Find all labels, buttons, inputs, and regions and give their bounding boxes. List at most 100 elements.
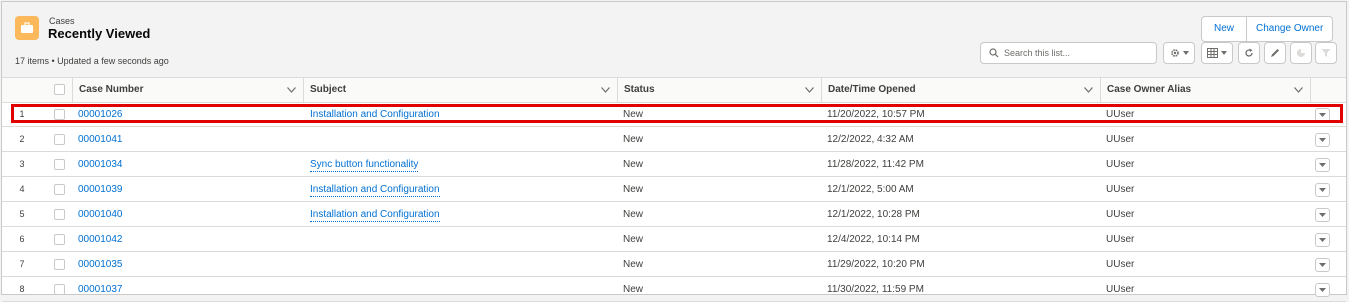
column-label: Subject <box>310 84 347 95</box>
owner-alias-cell: UUser <box>1106 134 1135 145</box>
row-checkbox[interactable] <box>54 109 65 120</box>
row-actions-button[interactable] <box>1315 258 1330 272</box>
case-number-link[interactable]: 00001042 <box>78 227 123 252</box>
row-actions-button[interactable] <box>1315 183 1330 197</box>
list-view-card: Cases Recently Viewed 17 items • Updated… <box>1 1 1348 302</box>
case-number-link[interactable]: 00001037 <box>78 277 123 302</box>
column-header-case-number[interactable]: Case Number <box>72 78 303 102</box>
subject-text: Installation and Configuration <box>310 109 440 122</box>
row-number: 4 <box>19 184 25 194</box>
case-number-link[interactable]: 00001026 <box>78 102 123 127</box>
gear-icon <box>1170 49 1179 57</box>
chevron-down-icon[interactable] <box>1294 87 1303 93</box>
subject-text: Installation and Configuration <box>310 184 440 197</box>
caret-down-icon <box>1319 163 1326 167</box>
table-display-icon <box>1207 48 1218 58</box>
table-row[interactable]: 8 00001037 New 11/30/2022, 11:59 PM UUser <box>2 277 1346 302</box>
column-header-status[interactable]: Status <box>617 78 821 102</box>
case-number-link[interactable]: 00001041 <box>78 127 123 152</box>
table-row[interactable]: 4 00001039 Installation and Configuration N… <box>2 177 1346 202</box>
search-box <box>980 42 1157 64</box>
row-actions-button[interactable] <box>1315 208 1330 222</box>
case-number-link[interactable]: 00001035 <box>78 252 123 277</box>
table-row[interactable]: 6 00001042 New 12/4/2022, 10:14 PM UUser <box>2 227 1346 252</box>
owner-alias-cell: UUser <box>1106 234 1135 245</box>
table-row[interactable]: 1 00001026 Installation and Configuration N… <box>2 102 1346 127</box>
row-number: 1 <box>19 109 25 119</box>
date-opened-cell: 12/4/2022, 10:14 PM <box>827 234 920 245</box>
row-checkbox[interactable] <box>54 284 65 295</box>
list-header: Cases Recently Viewed 17 items • Updated… <box>2 2 1346 78</box>
row-actions-button[interactable] <box>1315 158 1330 172</box>
search-input[interactable] <box>1004 45 1152 61</box>
date-opened-cell: 11/28/2022, 11:42 PM <box>827 159 924 170</box>
column-header-date-opened[interactable]: Date/Time Opened <box>821 78 1100 102</box>
display-as-button[interactable] <box>1201 42 1233 64</box>
table-row[interactable]: 5 00001040 Installation and Configuration N… <box>2 202 1346 227</box>
inline-edit-button[interactable] <box>1264 42 1286 64</box>
filter-icon <box>1321 49 1331 57</box>
row-actions-button[interactable] <box>1315 133 1330 147</box>
column-label: Case Number <box>79 84 144 95</box>
row-actions-button[interactable] <box>1315 233 1330 247</box>
table-row[interactable]: 7 00001035 New 11/29/2022, 10:20 PM UUser <box>2 252 1346 277</box>
owner-alias-cell: UUser <box>1106 209 1135 220</box>
caret-down-icon <box>1221 51 1227 55</box>
caret-down-icon <box>1319 188 1326 192</box>
column-header-owner-alias[interactable]: Case Owner Alias <box>1100 78 1310 102</box>
subject-link[interactable]: Installation and Configuration <box>310 202 440 227</box>
row-number: 7 <box>19 259 25 269</box>
subject-link[interactable]: Installation and Configuration <box>310 102 440 127</box>
subject-text: Installation and Configuration <box>310 209 440 222</box>
chevron-down-icon[interactable] <box>1084 87 1093 93</box>
caret-down-icon <box>1319 238 1326 242</box>
row-number: 5 <box>19 209 25 219</box>
subject-link[interactable]: Sync button functionality <box>310 152 419 177</box>
caret-down-icon <box>1319 288 1326 292</box>
chevron-down-icon[interactable] <box>601 87 610 93</box>
row-number: 8 <box>19 284 25 294</box>
case-number-link[interactable]: 00001040 <box>78 202 123 227</box>
new-button[interactable]: New <box>1202 17 1246 41</box>
row-checkbox[interactable] <box>54 259 65 270</box>
case-number-link[interactable]: 00001039 <box>78 177 123 202</box>
list-meta-info: 17 items • Updated a few seconds ago <box>15 56 169 66</box>
row-number: 6 <box>19 234 25 244</box>
date-opened-cell: 12/1/2022, 5:00 AM <box>827 184 914 195</box>
caret-down-icon <box>1319 138 1326 142</box>
column-header-subject[interactable]: Subject <box>303 78 617 102</box>
status-cell: New <box>623 159 644 170</box>
list-settings-button[interactable] <box>1163 42 1195 64</box>
date-opened-cell: 11/29/2022, 10:20 PM <box>827 259 925 270</box>
filter-button[interactable] <box>1315 42 1337 64</box>
subject-text: Sync button functionality <box>310 159 419 172</box>
change-owner-button[interactable]: Change Owner <box>1246 17 1332 41</box>
column-label: Status <box>624 84 655 95</box>
column-header-actions <box>1310 78 1348 102</box>
chevron-down-icon[interactable] <box>287 87 296 93</box>
header-button-group: New Change Owner <box>1201 16 1334 42</box>
row-number: 3 <box>19 159 25 169</box>
refresh-button[interactable] <box>1238 42 1260 64</box>
select-all-checkbox[interactable] <box>54 84 65 95</box>
row-checkbox[interactable] <box>54 234 65 245</box>
date-opened-cell: 12/2/2022, 4:32 AM <box>827 134 914 145</box>
row-actions-button[interactable] <box>1315 108 1330 122</box>
column-label: Case Owner Alias <box>1107 84 1192 95</box>
pencil-icon <box>1271 49 1279 57</box>
row-number: 2 <box>19 134 25 144</box>
row-checkbox[interactable] <box>54 209 65 220</box>
chevron-down-icon[interactable] <box>805 87 814 93</box>
table-row[interactable]: 2 00001041 New 12/2/2022, 4:32 AM UUser <box>2 127 1346 152</box>
charts-button[interactable] <box>1290 42 1312 64</box>
status-cell: New <box>623 259 644 270</box>
row-checkbox[interactable] <box>54 184 65 195</box>
table-row[interactable]: 3 00001034 Sync button functionality New 11/… <box>2 152 1346 177</box>
subject-link[interactable]: Installation and Configuration <box>310 177 440 202</box>
list-view-title[interactable]: Recently Viewed <box>48 26 150 41</box>
owner-alias-cell: UUser <box>1106 159 1135 170</box>
case-number-link[interactable]: 00001034 <box>78 152 123 177</box>
row-checkbox[interactable] <box>54 134 65 145</box>
status-cell: New <box>623 234 644 245</box>
row-checkbox[interactable] <box>54 159 65 170</box>
